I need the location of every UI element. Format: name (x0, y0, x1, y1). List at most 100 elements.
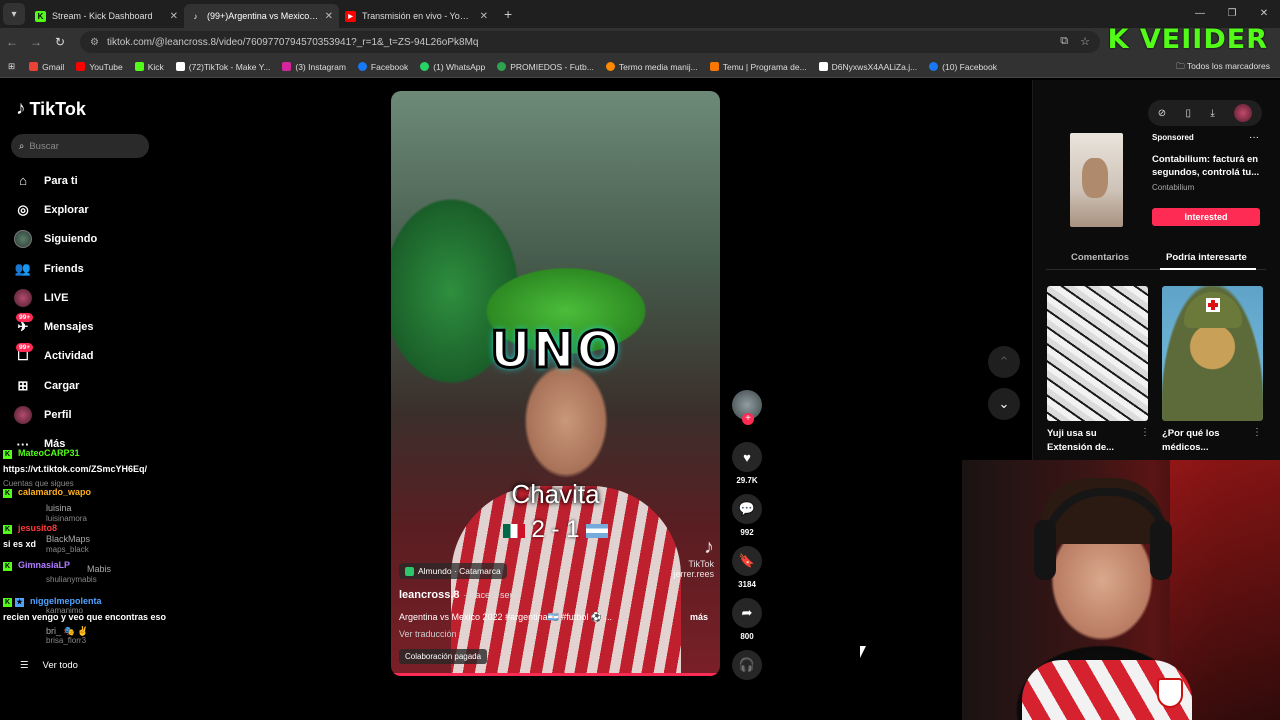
tiktok-logo[interactable]: ♪ TikTok (16, 98, 86, 120)
sidebar-item-mensajes[interactable]: ✈ 99+ Mensajes (14, 312, 97, 341)
sidebar-item-label: Siguiendo (44, 233, 98, 246)
suggested-video-thumbnail[interactable] (1047, 286, 1148, 421)
site-info-icon[interactable]: ⚙ (90, 37, 99, 48)
previous-video-button[interactable]: ⌃ (988, 346, 1020, 378)
bookmark-tiktok[interactable]: (72)TikTok - Make Y... (175, 62, 270, 72)
bookmark-termo[interactable]: Termo media manij... (605, 62, 698, 72)
caption-more-link[interactable]: más (690, 612, 708, 622)
url-field[interactable]: ⚙ tiktok.com/@leancross.8/video/76097707… (80, 31, 1100, 53)
sponsored-label: Sponsored (1152, 133, 1194, 142)
all-bookmarks-folder[interactable]: 🗀 Todos los marcadores (1176, 61, 1270, 75)
close-icon[interactable]: ✕ (170, 11, 178, 22)
bookmark-temu[interactable]: Temu | Programa de... (709, 62, 807, 72)
tiktok-icon: ♪ (704, 536, 714, 558)
sidebar-item-actividad[interactable]: ☐ 99+ Actividad (14, 342, 97, 371)
sidebar-item-perfil[interactable]: Perfil (14, 400, 97, 429)
sidebar-item-cargar[interactable]: ⊞ Cargar (14, 371, 97, 400)
more-options-icon[interactable]: ··· (1249, 132, 1259, 143)
search-input[interactable]: ⌕ Buscar (11, 134, 149, 158)
translate-link[interactable]: Ver traducción (399, 629, 457, 639)
interested-button[interactable]: Interested (1152, 208, 1260, 226)
red-cross-icon (1206, 298, 1220, 312)
sub-badge-icon: ★ (15, 598, 24, 607)
forward-icon[interactable]: → (24, 35, 48, 49)
install-icon[interactable]: ⧉ (1060, 35, 1068, 48)
browser-tab-active[interactable]: ♪ (99+)Argentina vs Mexico 2022 ✕ (184, 4, 339, 28)
ad-title[interactable]: Contabilium: facturá en segundos, contro… (1152, 153, 1262, 179)
bookmark-youtube[interactable]: YouTube (76, 62, 123, 72)
following-account-name[interactable]: Mabis (87, 564, 111, 574)
stream-overlay-logo: K VEIIDER (1107, 24, 1268, 55)
location-tag[interactable]: Almundo · Catamarca (399, 563, 507, 579)
sidebar-item-label: Para ti (44, 174, 78, 187)
tiktok-icon: ♪ (193, 11, 198, 21)
bookmark-promiedos[interactable]: PROMIEDOS - Futb... (497, 62, 594, 72)
sidebar-item-explorar[interactable]: ◎ Explorar (14, 195, 97, 224)
home-icon: ⌂ (19, 173, 27, 189)
tab-comentarios[interactable]: Comentarios (1071, 252, 1129, 263)
more-options-icon[interactable]: ⋮ (1252, 427, 1262, 438)
ad-thumbnail[interactable] (1070, 133, 1123, 227)
video-action-rail: + ♥ 29.7K 💬 992 🔖 3184 ➦ 800 🎧 (731, 390, 763, 680)
bookmark-star-icon[interactable]: ☆ (1080, 35, 1090, 48)
video-author[interactable]: leancross.8 · Hace 1 sem. (399, 589, 520, 601)
comment-button[interactable]: 💬 992 (731, 494, 763, 537)
apps-icon[interactable]: ⊞ (8, 61, 15, 72)
device-icon[interactable]: ▯ (1186, 108, 1192, 119)
youtube-icon: ▶ (345, 10, 356, 22)
user-avatar[interactable] (1234, 104, 1253, 122)
sound-button[interactable]: 🎧 (731, 650, 763, 680)
close-icon[interactable]: ✕ (325, 11, 333, 22)
suggested-video-thumbnail[interactable] (1162, 286, 1263, 421)
coins-icon[interactable]: ⊘ (1158, 108, 1166, 119)
bookmark-kick[interactable]: Kick (134, 62, 164, 72)
following-account-name[interactable]: luisina (46, 503, 72, 513)
bookmark-facebook-2[interactable]: (10) Facebook (929, 62, 997, 72)
browser-tab[interactable]: K Stream - Kick Dashboard ✕ (29, 4, 184, 28)
sidebar-item-friends[interactable]: 👥 Friends (14, 254, 97, 283)
sidebar-item-label: Perfil (44, 409, 72, 422)
sidebar-item-siguiendo[interactable]: Siguiendo (14, 225, 97, 254)
facebook-icon (357, 62, 367, 71)
sidebar-item-label: LIVE (44, 291, 69, 304)
author-avatar[interactable]: + (732, 390, 762, 425)
x-icon (818, 62, 828, 71)
save-button[interactable]: 🔖 3184 (731, 546, 763, 589)
close-icon[interactable]: ✕ (480, 11, 488, 22)
back-icon[interactable]: ← (0, 35, 24, 49)
reload-icon[interactable]: ↻ (48, 35, 72, 49)
next-video-button[interactable]: ⌄ (988, 388, 1020, 420)
video-player[interactable]: UNO Chavita 2 - 1 ♪ TikTok jerrer.rees A… (391, 91, 720, 676)
bookmark-instagram[interactable]: (3) Instagram (282, 62, 346, 72)
kick-badge-icon: K (3, 562, 12, 571)
bookmark-gmail[interactable]: Gmail (29, 62, 64, 72)
bookmark-facebook[interactable]: Facebook (357, 62, 408, 72)
youtube-icon (76, 62, 86, 71)
more-options-icon[interactable]: ⋮ (1140, 427, 1150, 438)
chat-message: si es xd (3, 539, 37, 549)
see-all-following[interactable]: ☰ Ver todo (20, 660, 78, 671)
follow-plus-icon[interactable]: + (742, 413, 754, 425)
tab-podria-interesarte[interactable]: Podría interesarte (1166, 252, 1247, 263)
following-account-handle: maps_black (46, 545, 89, 554)
video-progress-bar[interactable] (391, 673, 720, 676)
sidebar-item-live[interactable]: LIVE (14, 283, 97, 312)
share-button[interactable]: ➦ 800 (731, 598, 763, 641)
sidebar-item-label: Friends (44, 262, 84, 275)
suggested-video-title[interactable]: ¿Por qué los médicos... (1162, 427, 1250, 455)
like-button[interactable]: ♥ 29.7K (731, 442, 763, 485)
search-icon: ⌕ (19, 140, 25, 152)
bookmark-x[interactable]: D6NyxwsX4AALiZa.j... (818, 62, 917, 72)
list-icon: ☰ (20, 660, 29, 671)
chevron-up-icon: ⌃ (998, 354, 1010, 369)
sidebar-item-para-ti[interactable]: ⌂ Para ti (14, 166, 97, 195)
bookmark-whatsapp[interactable]: (1) WhatsApp (420, 62, 485, 72)
download-icon[interactable]: ⤓ (1210, 108, 1214, 119)
browser-tab[interactable]: ▶ Transmisión en vivo - YouTube ✕ (339, 4, 494, 28)
following-account-name[interactable]: BlackMaps (46, 534, 90, 544)
kick-badge-icon: K (3, 489, 12, 498)
tab-search-button[interactable]: ▾ (3, 3, 25, 25)
new-tab-button[interactable]: + (504, 6, 512, 22)
suggested-video-title[interactable]: Yuji usa su Extensión de... (1047, 427, 1135, 455)
video-overlay-name: Chavita (511, 479, 600, 509)
